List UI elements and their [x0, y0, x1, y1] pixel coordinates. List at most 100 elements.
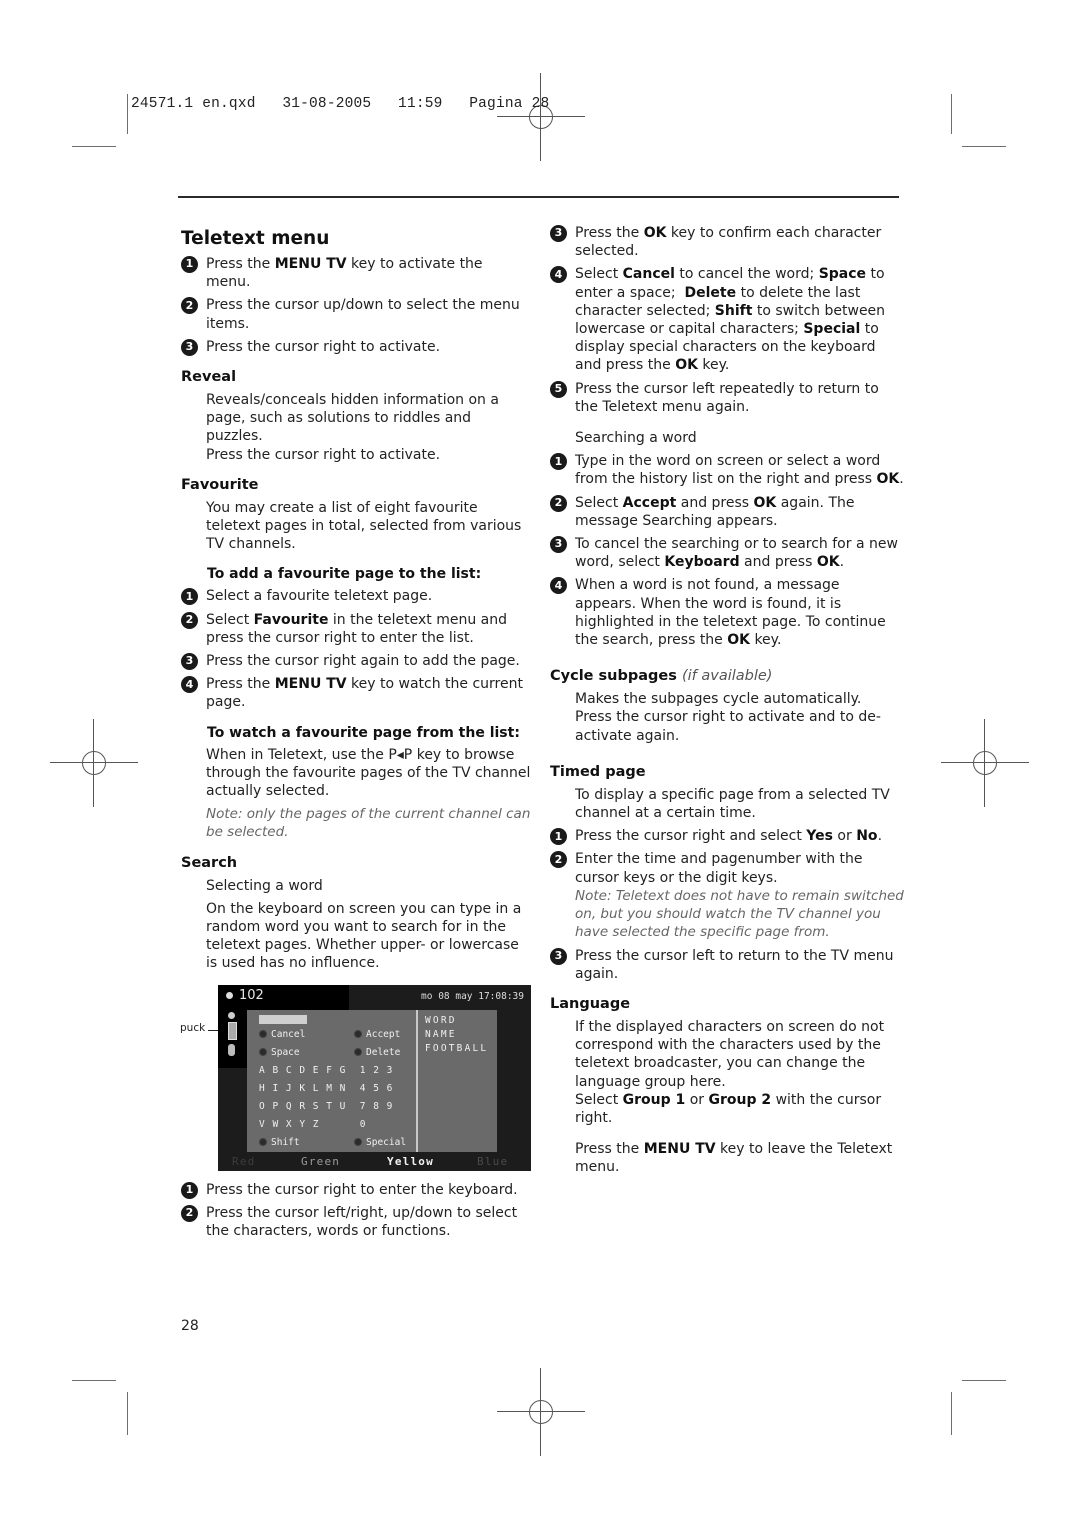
step-text: Press the cursor left to return to the T… — [575, 947, 894, 982]
page-number: 102 — [239, 987, 264, 1003]
registration-mark-bottom — [497, 1368, 585, 1456]
special-key[interactable]: Special — [354, 1137, 406, 1148]
step-number-icon: 3 — [181, 653, 198, 671]
red-key[interactable]: Red — [232, 1155, 255, 1168]
favourite-watch-text: When in Teletext, use the P◂P key to bro… — [206, 746, 531, 800]
delete-key[interactable]: Delete — [354, 1047, 400, 1058]
space-key[interactable]: Space — [259, 1047, 300, 1058]
left-column: Teletext menu 1 Press the MENU TV key to … — [180, 224, 531, 1245]
step-text: Press the MENU TV key to activate the me… — [206, 256, 483, 291]
history-item[interactable]: FOOTBALL — [425, 1043, 488, 1054]
dot-icon — [228, 1011, 235, 1019]
numbered-step: 5 Press the cursor left repeatedly to ret… — [550, 380, 905, 416]
keyboard-row[interactable]: V W X Y Z 0 — [259, 1119, 367, 1130]
puck-updown-icon — [228, 1021, 237, 1040]
timed-text: To display a specific page from a select… — [575, 786, 890, 822]
step-text: When a word is not found, a message appe… — [575, 577, 886, 649]
registration-mark-top — [497, 73, 585, 161]
search-subheading: Selecting a word — [206, 877, 323, 894]
favourite-watch-heading: To watch a favourite page from the list: — [207, 724, 520, 741]
language-heading: Language — [550, 995, 631, 1012]
step-number-icon: 1 — [550, 453, 567, 471]
favourite-text: You may create a list of eight favourite… — [206, 499, 522, 553]
searching-steps: 1 Type in the word on screen or select a … — [550, 452, 905, 649]
closing-text: Press the MENU TV key to leave the Telet… — [575, 1141, 893, 1176]
keyboard-row[interactable]: A B C D E F G 1 2 3 — [259, 1065, 393, 1076]
bullet-icon — [259, 1030, 267, 1039]
yellow-key[interactable]: Yellow — [387, 1155, 434, 1168]
cancel-key[interactable]: Cancel — [259, 1029, 305, 1040]
language-text-2: Select Group 1 or Group 2 with the curso… — [575, 1091, 882, 1126]
numbered-step: 4 When a word is not found, a message app… — [550, 576, 905, 649]
numbered-step: 2 Press the cursor up/down to select the … — [181, 296, 531, 332]
step-number-icon: 1 — [181, 588, 198, 606]
print-slug: 24571.1 en.qxd 31-08-2005 11:59 Pagina 2… — [131, 96, 550, 112]
registration-mark-right — [941, 719, 1029, 807]
history-item[interactable]: WORD — [425, 1015, 457, 1026]
bullet-icon — [354, 1048, 362, 1057]
language-text: If the displayed characters on screen do… — [575, 1018, 885, 1090]
keyboard-row[interactable]: H I J K L M N 4 5 6 — [259, 1083, 393, 1094]
crop-mark — [127, 1392, 128, 1435]
search-text: On the keyboard on screen you can type i… — [206, 900, 522, 972]
accept-key[interactable]: Accept — [354, 1029, 400, 1040]
step-number-icon: 5 — [550, 380, 567, 398]
step-text: Select a favourite teletext page. — [206, 588, 433, 605]
step-number-icon: 3 — [181, 338, 198, 356]
step-number-icon: 1 — [181, 256, 198, 273]
blue-key[interactable]: Blue — [477, 1155, 508, 1168]
step-text: Press the cursor left repeatedly to retu… — [575, 380, 879, 415]
cycle-heading: Cycle subpages (if available) — [550, 668, 773, 685]
shift-key[interactable]: Shift — [259, 1137, 300, 1148]
keyboard-row[interactable]: O P Q R S T U 7 8 9 — [259, 1101, 393, 1112]
step-text: Press the cursor right again to add the … — [206, 653, 520, 670]
search-heading: Search — [181, 854, 238, 871]
favourite-add-heading: To add a favourite page to the list: — [207, 566, 482, 583]
bullet-icon — [259, 1138, 267, 1147]
timed-heading: Timed page — [550, 763, 646, 780]
numbered-step: 2 Select Favourite in the teletext menu a… — [181, 611, 531, 647]
cycle-text: Makes the subpages cycle automatically. — [575, 691, 862, 708]
page-number: 28 — [181, 1318, 199, 1334]
step-number-icon: 2 — [550, 494, 567, 512]
page-title: Teletext menu — [181, 228, 330, 249]
step-text: Select Accept and press OK again. The me… — [575, 494, 855, 529]
search-steps: 1 Press the cursor right to enter the key… — [181, 1181, 531, 1241]
numbered-step: 1 Press the cursor right and select Yes o… — [550, 827, 905, 846]
numbered-step: 3 To cancel the searching or to search fo… — [550, 535, 905, 571]
right-column: 3 Press the OK key to confirm each charac… — [550, 224, 905, 1182]
step-text: Press the cursor up/down to select the m… — [206, 297, 520, 332]
history-item[interactable]: NAME — [425, 1029, 457, 1040]
numbered-step: 3 Press the OK key to confirm each charac… — [550, 224, 905, 260]
crop-mark — [72, 1380, 116, 1381]
numbered-step: 1 Press the cursor right to enter the key… — [181, 1181, 531, 1199]
step-number-icon: 4 — [550, 266, 567, 284]
numbered-step: 3 Press the cursor left to return to the … — [550, 947, 905, 983]
favourite-note: Note: only the pages of the current chan… — [206, 806, 531, 841]
crop-mark — [951, 1392, 952, 1435]
step-number-icon: 3 — [550, 947, 567, 965]
step-number-icon: 4 — [550, 577, 567, 595]
panel-divider — [416, 1009, 418, 1152]
step-number-icon: 1 — [181, 1181, 198, 1199]
step-number-icon: 4 — [181, 676, 198, 694]
numbered-step: 1 Press the MENU TV key to activate the m… — [181, 255, 531, 291]
green-key[interactable]: Green — [301, 1155, 340, 1168]
favourite-add-steps: 1 Select a favourite teletext page. 2 Selec… — [181, 587, 531, 711]
page-dot-icon — [226, 991, 233, 999]
timed-steps: 1 Press the cursor right and select Yes o… — [550, 827, 905, 983]
crop-mark — [127, 94, 128, 134]
intro-steps: 1 Press the MENU TV key to activate the m… — [181, 255, 531, 356]
step-text: Enter the time and pagenumber with the c… — [575, 851, 904, 941]
cycle-text-2: Press the cursor right to activate and t… — [575, 709, 881, 744]
numbered-step: 4 Select Cancel to cancel the word; Space… — [550, 265, 905, 374]
word-input[interactable] — [259, 1014, 307, 1024]
step-text: To cancel the searching or to search for… — [575, 536, 898, 571]
numbered-step: 3 Press the cursor right again to add the… — [181, 652, 531, 671]
teletext-keyboard-screen: 102 mo 08 may 17:08:39 Cancel Accept Spa… — [218, 984, 531, 1171]
step-number-icon: 1 — [550, 828, 567, 846]
favourite-heading: Favourite — [181, 476, 259, 493]
numbered-step: 1 Select a favourite teletext page. — [181, 587, 531, 606]
step-text: Select Cancel to cancel the word; Space … — [575, 266, 886, 374]
numbered-step: 1 Type in the word on screen or select a … — [550, 452, 905, 488]
